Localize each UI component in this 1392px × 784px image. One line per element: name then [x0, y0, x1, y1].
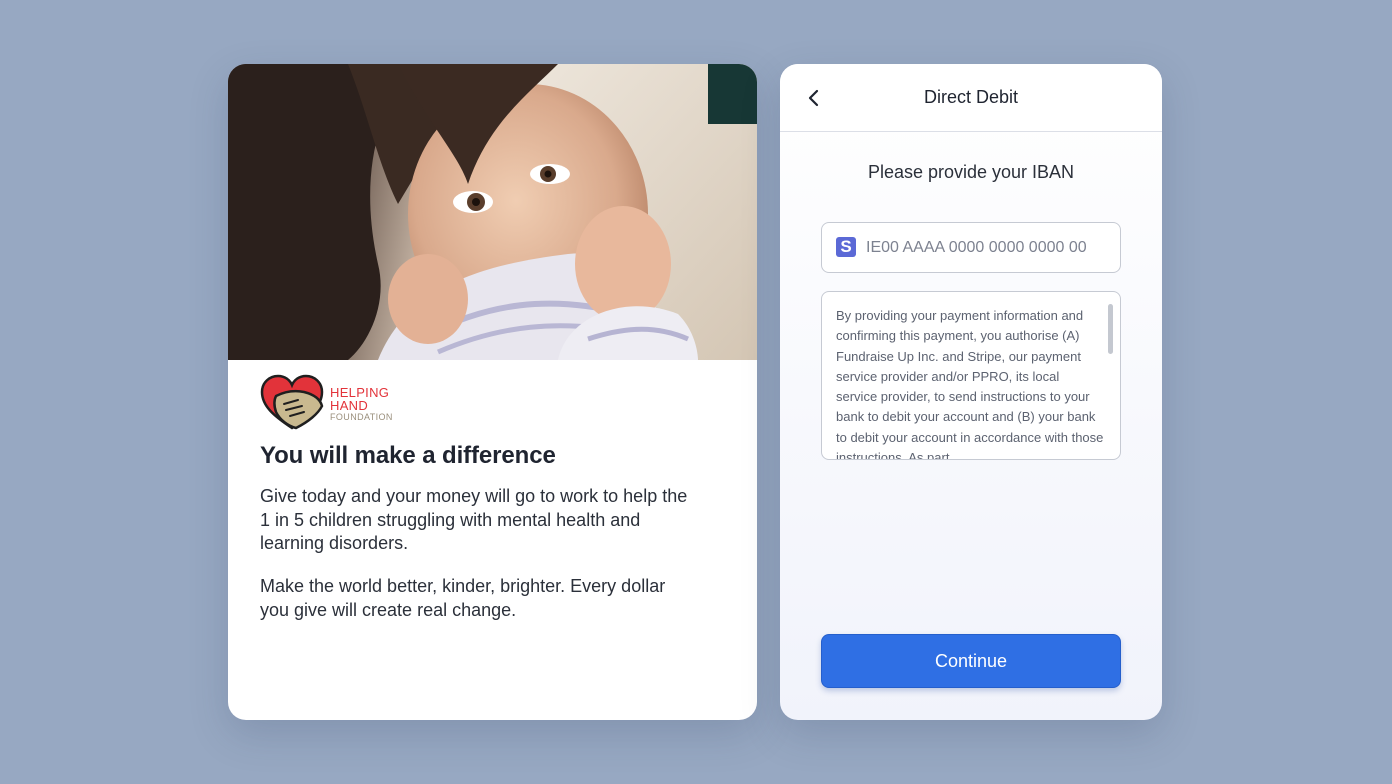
campaign-headline: You will make a difference [260, 442, 556, 469]
stripe-s-icon: S [836, 237, 856, 257]
iban-prompt: Please provide your IBAN [867, 162, 1075, 182]
campaign-paragraph-2: Make the world better, kinder, brighter.… [260, 576, 666, 620]
checkout-title: Direct Debit [923, 87, 1019, 107]
mandate-scrollbar[interactable] [1108, 304, 1113, 354]
iban-field[interactable]: S [821, 222, 1121, 273]
org-name: HELPING HAND FOUNDATION [330, 386, 393, 423]
hero-image [228, 64, 757, 360]
checkout-header: Direct Debit [780, 64, 1162, 132]
mandate-text: By providing your payment information an… [836, 308, 1104, 460]
heart-hands-logo-icon [260, 374, 324, 430]
continue-button[interactable]: Continue [821, 634, 1121, 688]
hero-photo-illustration [228, 64, 757, 360]
mandate-text-box[interactable]: By providing your payment information an… [821, 291, 1121, 460]
direct-debit-card: Direct Debit Please provide your IBAN S … [780, 64, 1162, 720]
campaign-paragraph-1: Give today and your money will go to wor… [260, 486, 688, 553]
org-name-line3: FOUNDATION [330, 412, 393, 422]
iban-input[interactable] [866, 232, 1112, 264]
org-logo: HELPING HAND FOUNDATION [260, 374, 440, 432]
org-name-line2: HAND [330, 398, 369, 413]
campaign-card: HELPING HAND FOUNDATION You will make a … [228, 64, 757, 720]
